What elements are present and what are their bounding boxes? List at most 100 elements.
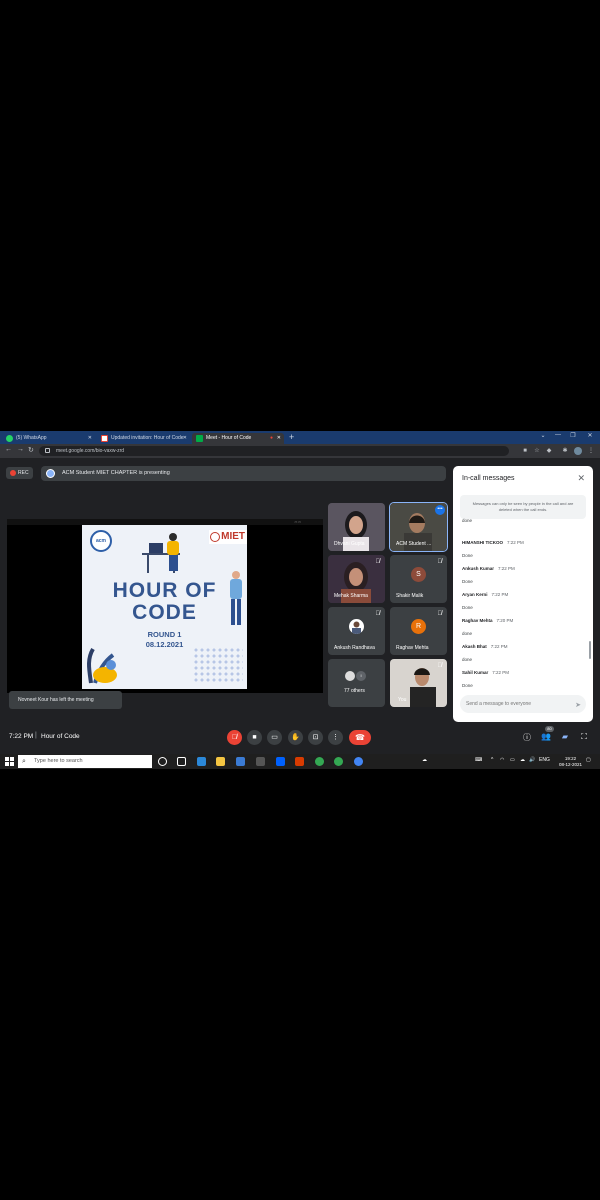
cortana-icon[interactable] <box>158 757 167 766</box>
close-icon[interactable]: ✕ <box>88 433 92 444</box>
chat-message-list[interactable]: done HIMANSHI TICKOO 7:22 PM Done Ankush … <box>462 518 586 688</box>
taskbar-clock[interactable]: 19:22 08-12-2021 <box>559 756 582 767</box>
file-explorer-icon[interactable] <box>216 757 225 766</box>
others-count: 77 others <box>344 688 365 694</box>
new-tab-button[interactable]: + <box>289 432 294 442</box>
chat-icon[interactable]: ▰ <box>559 732 571 741</box>
participant-name: Ankush Randhava <box>334 645 375 651</box>
keyboard-icon[interactable]: ⌨ <box>475 757 482 763</box>
more-options-button[interactable]: ⋮ <box>328 730 343 745</box>
message-sender: Sahil Kumar <box>462 670 489 675</box>
avatar-photo <box>352 621 361 634</box>
tab-whatsapp[interactable]: (5) WhatsApp ✕ <box>2 433 95 444</box>
puzzle-extensions-icon[interactable]: ✱ <box>561 447 569 455</box>
start-tile <box>5 762 9 766</box>
close-icon[interactable]: ✕ <box>277 433 281 444</box>
participant-tile[interactable]: 🎙̸ R Raghav Mehta <box>390 607 447 655</box>
message-time: 7:22 PM <box>490 644 508 649</box>
close-icon[interactable]: ✕ <box>577 473 585 484</box>
tab-meet[interactable]: Meet - Hour of Code ● ✕ <box>192 433 284 444</box>
captions-button[interactable]: ▭ <box>267 730 282 745</box>
muted-mic-icon: 🎙̸ <box>375 559 381 565</box>
language-indicator[interactable]: ENG <box>539 757 550 763</box>
volume-icon[interactable]: 🔊 <box>529 757 535 763</box>
search-icon: ⌕ <box>22 758 26 765</box>
gmail-icon <box>101 435 108 442</box>
mic-toggle-button[interactable]: 🎙̸ <box>227 730 242 745</box>
participant-tile[interactable]: ••• ACM Student ... <box>389 502 448 552</box>
self-tile[interactable]: 🎙̸ You <box>390 659 447 707</box>
close-icon[interactable]: ✕ <box>183 433 187 444</box>
end-call-button[interactable]: ☎ <box>349 730 371 745</box>
minimize-button[interactable]: — <box>551 432 565 438</box>
activities-icon[interactable]: ⛶ <box>578 732 590 742</box>
chrome-icon[interactable] <box>315 757 324 766</box>
bookmark-star-icon[interactable]: ☆ <box>533 447 541 455</box>
forward-icon[interactable]: → <box>17 446 24 453</box>
clock-date: 08-12-2021 <box>559 761 583 767</box>
weather-icon[interactable]: ☁ <box>422 757 427 763</box>
message-sender: Akash Bhat <box>462 644 487 649</box>
divider: | <box>35 732 37 739</box>
app-icon[interactable] <box>256 757 265 766</box>
acm-logo: acm <box>90 530 112 552</box>
meeting-time: 7:22 PM <box>9 733 34 740</box>
tray-chevron-icon[interactable]: ^ <box>491 757 493 763</box>
whatsapp-icon <box>6 435 13 442</box>
maximize-button[interactable]: ❐ <box>566 432 580 439</box>
more-vert-icon: ⋮ <box>332 734 339 741</box>
chat-scrollbar[interactable] <box>589 641 591 659</box>
back-icon[interactable]: ← <box>5 446 12 453</box>
chat-message-input[interactable] <box>460 695 586 713</box>
participant-name: Dhvani Gupta <box>334 541 365 547</box>
more-options-icon[interactable]: ••• <box>435 505 445 515</box>
participant-tile[interactable]: 🎙̸ Ankush Randhava <box>328 607 385 655</box>
send-icon[interactable]: ➤ <box>575 701 581 709</box>
miet-logo: MIET <box>209 530 247 544</box>
battery-icon[interactable]: ▭ <box>510 757 515 763</box>
taskbar-search[interactable]: ⌕ Type here to search <box>18 755 152 768</box>
message-sender: Aryan Kerni <box>462 592 488 597</box>
dropbox-icon[interactable] <box>276 757 285 766</box>
notifications-icon[interactable]: ▢ <box>586 757 591 763</box>
camera-icon: ■ <box>252 734 257 741</box>
tab-gmail[interactable]: Updated invitation: Hour of Code ✕ <box>97 433 190 444</box>
slide-title-line1: HOUR OF <box>112 579 217 602</box>
extension-icon[interactable]: ◆ <box>545 447 553 455</box>
captions-icon: ▭ <box>271 734 278 741</box>
participant-tile[interactable]: Dhvani Gupta <box>328 503 385 551</box>
wifi-icon[interactable]: ◠ <box>500 757 504 763</box>
others-tile[interactable]: I 77 others <box>328 659 385 707</box>
presenting-text: ACM Student MIET CHAPTER is presenting <box>62 470 170 476</box>
participant-tile[interactable]: 🎙̸ Mehak Sharma <box>328 555 385 603</box>
camera-toggle-button[interactable]: ■ <box>247 730 262 745</box>
message-text: Done <box>462 683 473 688</box>
present-button[interactable]: ⊡ <box>308 730 323 745</box>
chrome-icon[interactable] <box>334 757 343 766</box>
office-icon[interactable] <box>295 757 304 766</box>
meeting-details-icon[interactable]: ⓘ <box>521 732 533 743</box>
omnibox[interactable]: meet.google.com/bio-vaxw-zrd <box>39 446 509 456</box>
profile-avatar[interactable] <box>574 447 582 455</box>
browser-menu-icon[interactable]: ⋮ <box>587 447 595 455</box>
avatar: S <box>411 567 426 582</box>
people-icon[interactable]: 👥 <box>540 732 552 741</box>
miet-logo-text: MIET <box>221 531 245 542</box>
message-sender: Ankush Kumar <box>462 566 495 571</box>
reload-icon[interactable]: ↻ <box>28 446 34 454</box>
presenting-banner: ACM Student MIET CHAPTER is presenting <box>41 466 446 481</box>
camera-icon[interactable]: ■ <box>521 447 529 455</box>
hand-icon: ✋ <box>291 734 300 741</box>
raise-hand-button[interactable]: ✋ <box>288 730 303 745</box>
participant-tile[interactable]: 🎙̸ S Shakir Malik <box>390 555 447 603</box>
chrome-icon[interactable] <box>354 757 363 766</box>
edge-icon[interactable] <box>197 757 206 766</box>
meeting-title: Hour of Code <box>41 733 80 740</box>
cloud-icon[interactable]: ☁ <box>520 757 525 763</box>
task-view-icon[interactable] <box>177 757 186 766</box>
windows-start-button[interactable] <box>5 757 14 766</box>
message-time: 7:22 PM <box>507 540 524 545</box>
close-window-button[interactable]: ✕ <box>583 432 597 439</box>
store-icon[interactable] <box>236 757 245 766</box>
tab-search-icon[interactable]: ⌄ <box>536 432 550 439</box>
